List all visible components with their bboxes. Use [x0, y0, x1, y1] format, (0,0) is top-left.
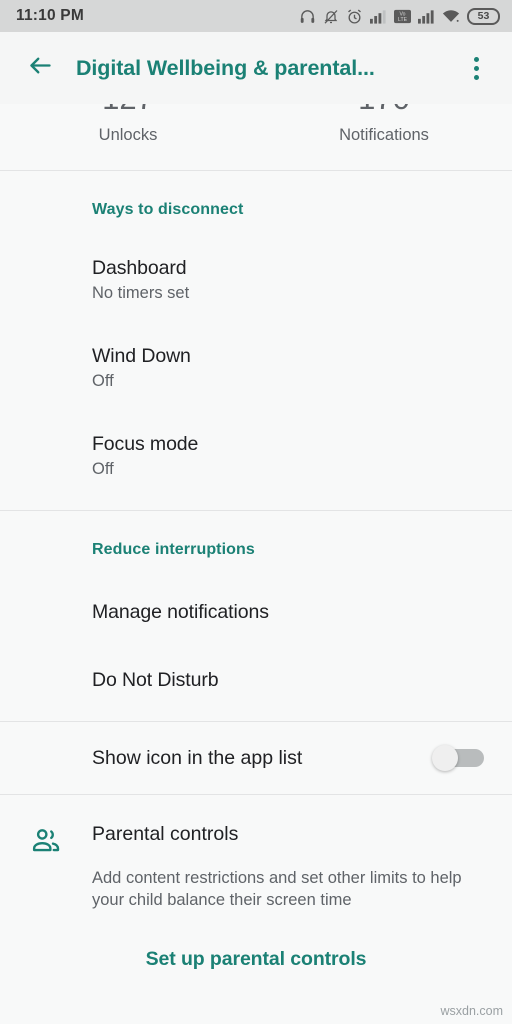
app-toolbar: Digital Wellbeing & parental...	[0, 32, 512, 104]
settings-row-dashboard[interactable]: Dashboard No timers set	[0, 219, 512, 303]
parental-controls-description: Add content restrictions and set other l…	[92, 869, 462, 910]
settings-row-wind-down[interactable]: Wind Down Off	[0, 303, 512, 391]
usage-stats-strip: 127 Unlocks 170 Notifications	[0, 104, 512, 170]
row-subtitle: Off	[92, 372, 114, 390]
settings-row-focus-mode[interactable]: Focus mode Off	[0, 391, 512, 479]
watermark: wsxdn.com	[440, 1004, 503, 1018]
toggle-thumb	[432, 745, 458, 771]
row-subtitle: Off	[92, 460, 114, 478]
row-subtitle: No timers set	[92, 284, 190, 302]
stat-notifications: 170 Notifications	[256, 104, 512, 170]
stat-unlocks: 127 Unlocks	[0, 104, 256, 170]
parental-controls-header: Parental controls	[0, 795, 512, 855]
page-title: Digital Wellbeing & parental...	[76, 55, 375, 80]
settings-scroll-area[interactable]: 127 Unlocks 170 Notifications Ways to di…	[0, 104, 512, 1024]
row-title: Dashboard	[92, 257, 187, 279]
signal-bars-icon	[370, 9, 387, 24]
stat-label: Notifications	[339, 126, 429, 144]
signal-bars-2-icon	[418, 9, 435, 24]
settings-row-do-not-disturb[interactable]: Do Not Disturb	[0, 624, 512, 692]
phone-screen: 11:10 PM Vo LTE 53 Digital Wellbeing & p…	[0, 0, 512, 1024]
wifi-icon	[442, 9, 460, 24]
row-title: Wind Down	[92, 345, 191, 367]
section-header-reduce-interruptions: Reduce interruptions	[92, 541, 255, 558]
status-bar-icons: Vo LTE 53	[299, 7, 500, 25]
row-title: Focus mode	[92, 433, 199, 455]
svg-text:LTE: LTE	[398, 17, 408, 23]
battery-level-label: 53	[477, 9, 490, 22]
battery-icon: 53	[467, 7, 500, 25]
status-bar-clock: 11:10 PM	[16, 7, 84, 24]
people-icon	[0, 823, 92, 855]
set-up-parental-controls-label: Set up parental controls	[145, 947, 367, 970]
row-title: Do Not Disturb	[92, 669, 219, 691]
parental-controls-title: Parental controls	[92, 823, 239, 845]
bell-muted-icon	[323, 8, 339, 25]
stat-value: 170	[256, 104, 512, 114]
volte-icon: Vo LTE	[394, 9, 411, 24]
status-bar: 11:10 PM Vo LTE 53	[0, 0, 512, 32]
settings-row-manage-notifications[interactable]: Manage notifications	[0, 559, 512, 624]
stat-value: 127	[0, 104, 256, 114]
overflow-menu-icon[interactable]	[454, 42, 498, 94]
row-title: Manage notifications	[92, 601, 269, 623]
set-up-parental-controls-button[interactable]: Set up parental controls	[0, 912, 512, 971]
back-button[interactable]	[14, 42, 66, 94]
headset-icon	[299, 8, 316, 25]
settings-row-show-icon-in-app-list[interactable]: Show icon in the app list	[0, 722, 512, 794]
section-header-ways-to-disconnect: Ways to disconnect	[92, 201, 244, 218]
row-title: Show icon in the app list	[92, 746, 303, 769]
stat-label: Unlocks	[98, 126, 158, 144]
back-arrow-icon	[27, 52, 54, 84]
alarm-icon	[346, 8, 363, 25]
show-icon-toggle[interactable]	[432, 745, 484, 771]
